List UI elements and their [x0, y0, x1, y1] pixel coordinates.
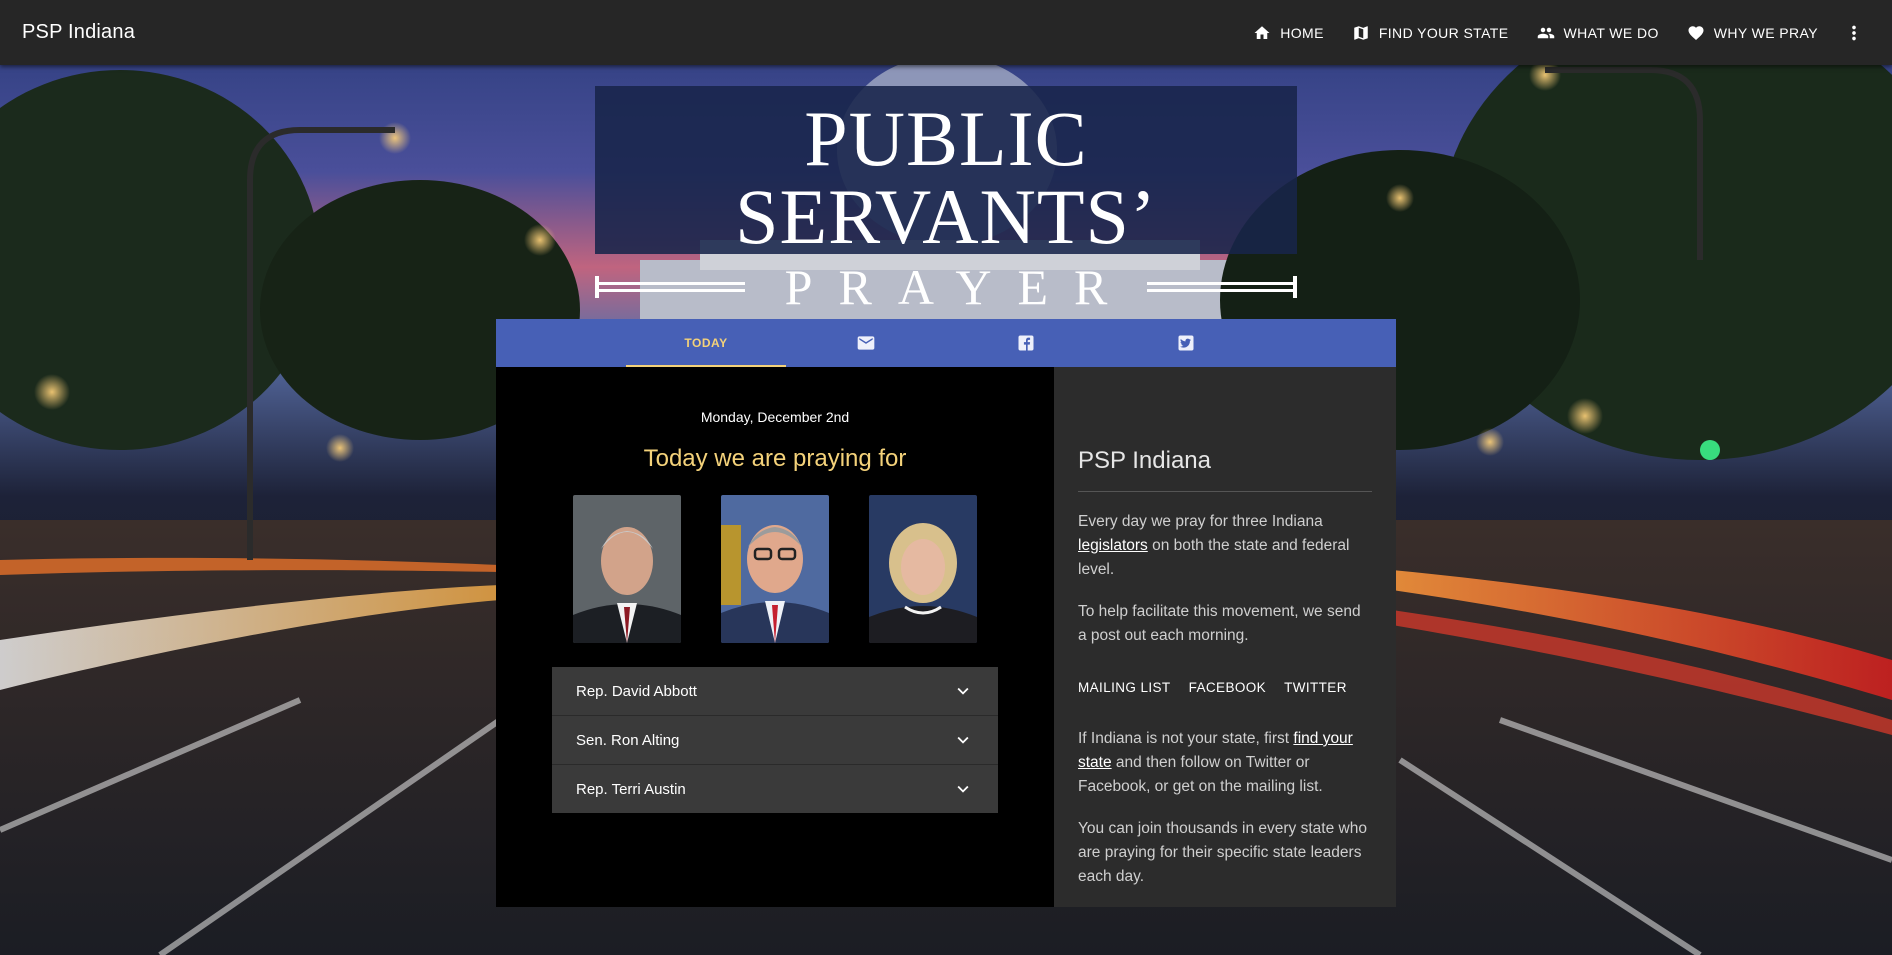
heart-icon [1688, 25, 1704, 40]
nav-why-we-pray[interactable]: WHY WE PRAY [1673, 0, 1832, 65]
mail-icon [857, 336, 875, 350]
twitter-icon [1178, 335, 1194, 351]
more-vert-icon [1852, 25, 1856, 40]
legislator-name: Rep. Terri Austin [576, 780, 686, 798]
sidebar-intro-text: Every day we pray for three Indiana [1078, 513, 1323, 530]
sidebar-state-text-start: If Indiana is not your state, first [1078, 730, 1294, 747]
banner-rule-left [595, 276, 745, 298]
banner-rule-right [1147, 276, 1297, 298]
banner-logo: PUBLIC SERVANTS’ PRAYER [595, 86, 1297, 312]
banner-subtitle: PRAYER [784, 259, 1134, 315]
sidebar-links: MAILING LIST FACEBOOK TWITTER [1078, 680, 1372, 695]
card-panes: Monday, December 2nd Today we are prayin… [496, 367, 1396, 907]
legislator-item-austin[interactable]: Rep. Terri Austin [552, 765, 998, 813]
prayer-card: TODAY Monday, December 2nd Today we are … [496, 319, 1396, 907]
chevron-down-icon [957, 736, 969, 744]
nav-why-we-pray-label: WHY WE PRAY [1713, 24, 1818, 41]
nav-home[interactable]: HOME [1239, 0, 1338, 65]
sidebar-title: PSP Indiana [1078, 447, 1372, 492]
main-nav: HOME FIND YOUR STATE WHAT WE DO WHY WE P… [1239, 0, 1872, 65]
more-menu-button[interactable] [1836, 0, 1872, 65]
today-pane: Monday, December 2nd Today we are prayin… [496, 367, 1054, 907]
nav-what-we-do[interactable]: WHAT WE DO [1523, 0, 1673, 65]
legislator-accordion: Rep. David Abbott Sen. Ron Alting Rep. T… [552, 667, 998, 813]
legislator-photos [496, 495, 1054, 643]
tab-bar: TODAY [496, 319, 1396, 367]
tab-twitter[interactable] [1106, 319, 1266, 367]
legislator-item-abbott[interactable]: Rep. David Abbott [552, 667, 998, 716]
tab-mail[interactable] [786, 319, 946, 367]
praying-heading: Today we are praying for [643, 445, 907, 472]
tab-facebook[interactable] [946, 319, 1106, 367]
banner-subtitle-row: PRAYER [595, 262, 1297, 312]
sidebar-state-text-end: and then follow on Twitter or Facebook, … [1078, 754, 1323, 795]
chevron-down-icon [957, 785, 969, 793]
nav-find-your-state[interactable]: FIND YOUR STATE [1338, 0, 1523, 65]
banner-title: PUBLIC SERVANTS’ [735, 95, 1157, 260]
nav-what-we-do-label: WHAT WE DO [1563, 24, 1659, 41]
sidebar-post-text: To help facilitate this movement, we sen… [1078, 603, 1361, 644]
facebook-link[interactable]: FACEBOOK [1189, 680, 1266, 695]
legislator-photo-abbott [573, 495, 681, 643]
mailing-list-link[interactable]: MAILING LIST [1078, 680, 1171, 695]
tab-today[interactable]: TODAY [626, 319, 786, 367]
sidebar-intro: Every day we pray for three Indiana legi… [1078, 510, 1372, 582]
legislator-item-alting[interactable]: Sen. Ron Alting [552, 716, 998, 765]
info-sidebar: PSP Indiana Every day we pray for three … [1054, 367, 1396, 907]
legislator-name: Rep. David Abbott [576, 682, 697, 700]
site-brand[interactable]: PSP Indiana [22, 21, 135, 44]
nav-find-your-state-label: FIND YOUR STATE [1378, 24, 1509, 41]
legislator-photo-austin [869, 495, 977, 643]
legislators-link[interactable]: legislators [1078, 537, 1148, 554]
nav-home-label: HOME [1280, 24, 1324, 41]
people-icon [1537, 27, 1554, 38]
chevron-down-icon [957, 687, 969, 695]
legislator-name: Sen. Ron Alting [576, 731, 680, 749]
twitter-link[interactable]: TWITTER [1284, 680, 1347, 695]
facebook-icon [1018, 335, 1034, 351]
map-icon [1354, 25, 1368, 40]
sidebar-join-text: You can join thousands in every state wh… [1078, 820, 1367, 885]
sidebar-state-text: If Indiana is not your state, first find… [1078, 727, 1372, 799]
tab-today-label: TODAY [684, 336, 728, 350]
legislator-photo-alting [721, 495, 829, 643]
home-icon [1254, 25, 1270, 39]
today-date: Monday, December 2nd [700, 409, 850, 425]
top-app-bar: PSP Indiana HOME FIND YOUR STATE WHAT WE… [0, 0, 1892, 65]
